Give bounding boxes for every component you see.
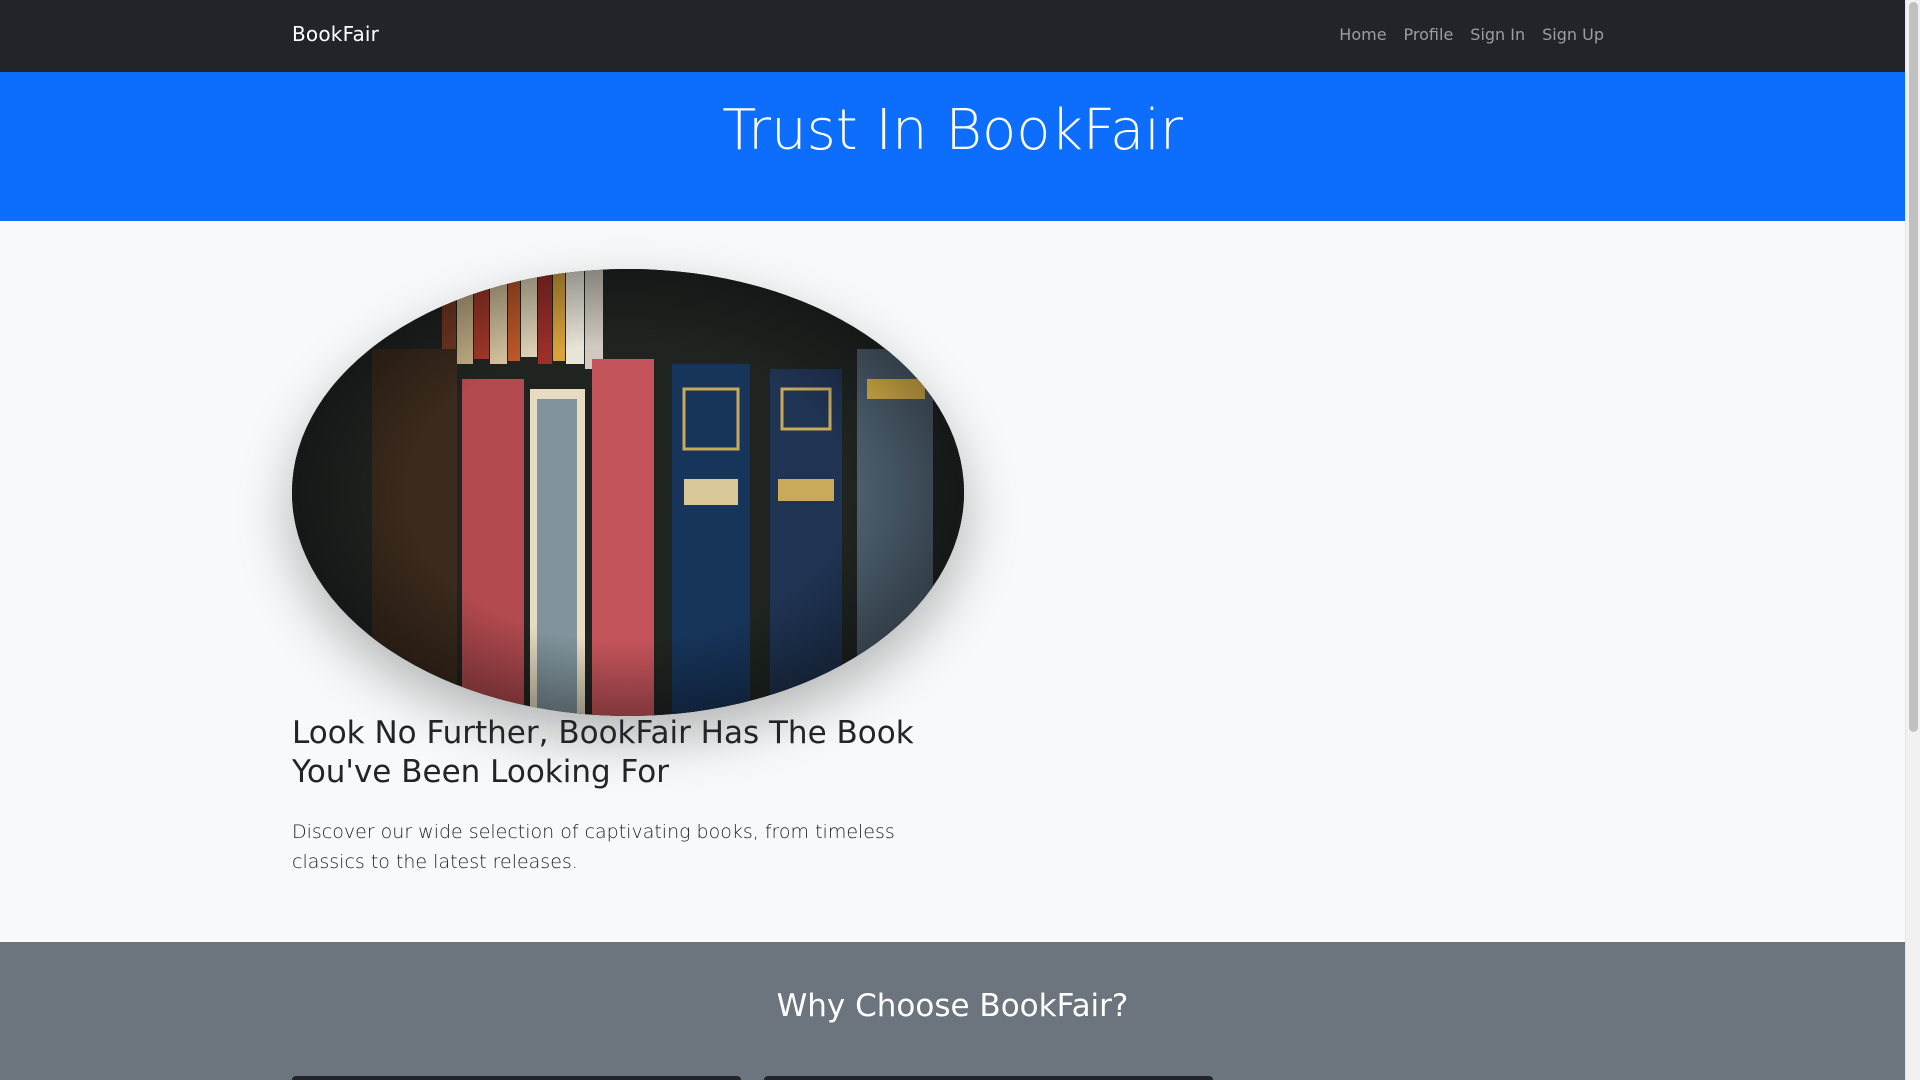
- bookshelf-image: [292, 269, 964, 716]
- feature-heading: Look No Further, BookFair Has The Book Y…: [292, 715, 914, 790]
- scrollbar-thumb[interactable]: [1909, 2, 1918, 732]
- feature-card-2: [764, 1076, 1213, 1080]
- nav-links: Home Profile Sign In Sign Up: [1339, 25, 1604, 44]
- feature-description: Discover our wide selection of captivati…: [292, 821, 895, 873]
- navbar: BookFair Home Profile Sign In Sign Up: [0, 0, 1905, 72]
- feature-card-1: [292, 1076, 741, 1080]
- nav-link-sign-up[interactable]: Sign Up: [1542, 25, 1604, 44]
- why-title: Why Choose BookFair?: [776, 988, 1129, 1024]
- brand-link[interactable]: BookFair: [292, 22, 379, 46]
- nav-link-profile[interactable]: Profile: [1404, 25, 1454, 44]
- hero-title: Trust In BookFair: [722, 98, 1183, 163]
- bookshelf-illustration: [292, 269, 964, 716]
- page: BookFair Home Profile Sign In Sign Up Tr…: [0, 0, 1905, 1080]
- nav-link-sign-in[interactable]: Sign In: [1470, 25, 1525, 44]
- hero-banner: Trust In BookFair: [0, 72, 1905, 221]
- page-scrollbar[interactable]: [1905, 0, 1920, 1080]
- feature-section: Look No Further, BookFair Has The Book Y…: [0, 221, 1905, 942]
- why-section: Why Choose BookFair?: [0, 942, 1905, 1080]
- nav-link-home[interactable]: Home: [1339, 25, 1386, 44]
